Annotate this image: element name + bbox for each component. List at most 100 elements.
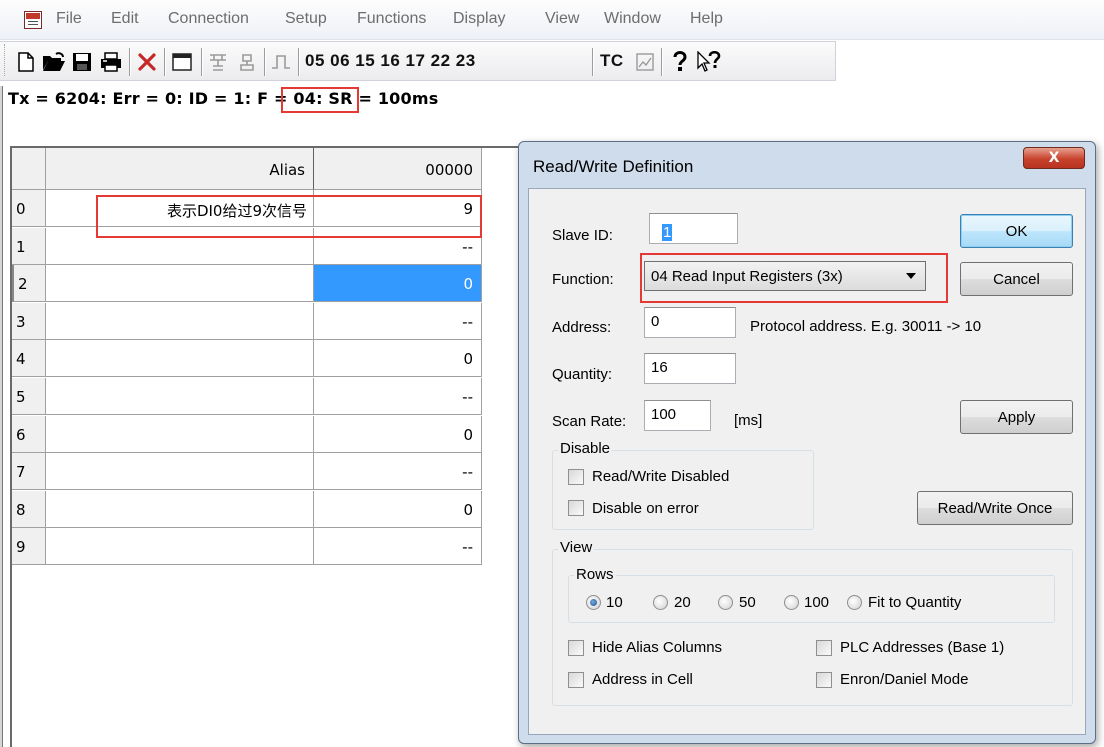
connect-icon (205, 50, 231, 74)
register-cell[interactable]: 0 (314, 490, 482, 528)
alias-cell[interactable] (46, 265, 314, 303)
enron-daniel-checkbox[interactable] (816, 672, 832, 688)
rows-100-radio[interactable] (784, 595, 799, 610)
corner-header[interactable] (12, 148, 46, 190)
row-header[interactable]: 7 (12, 453, 46, 491)
address-value: 0 (651, 313, 660, 330)
cancel-button[interactable]: Cancel (960, 262, 1073, 296)
row-header[interactable]: 9 (12, 528, 46, 566)
register-cell[interactable]: 0 (314, 415, 482, 453)
new-document-icon[interactable] (14, 50, 38, 74)
disable-group-title: Disable (558, 440, 613, 457)
register-value: -- (462, 463, 473, 482)
register-cell[interactable]: 0 (314, 340, 482, 378)
register-cell[interactable]: 0 (314, 265, 482, 303)
menu-window[interactable]: Window (604, 10, 661, 28)
row-header[interactable]: 1 (12, 227, 46, 265)
row-header[interactable]: 5 (12, 378, 46, 415)
register-header-label: 00000 (425, 161, 473, 179)
alias-cell[interactable] (46, 378, 314, 415)
register-column-header[interactable]: 00000 (314, 148, 482, 190)
row-header[interactable]: 4 (12, 340, 46, 378)
read-write-disabled-checkbox[interactable] (568, 469, 584, 485)
scan-rate-input[interactable]: 100 (644, 400, 711, 431)
rows-50-radio[interactable] (718, 595, 733, 610)
plc-addresses-label: PLC Addresses (Base 1) (840, 639, 1005, 656)
read-write-once-button[interactable]: Read/Write Once (917, 491, 1073, 525)
alias-column-header[interactable]: Alias (46, 148, 314, 190)
slave-id-input[interactable]: 1 (649, 213, 738, 244)
row-header[interactable]: 3 (12, 302, 46, 340)
alias-cell[interactable] (46, 415, 314, 453)
menu-edit[interactable]: Edit (111, 10, 139, 28)
rows-20-radio[interactable] (653, 595, 668, 610)
open-folder-icon[interactable] (40, 50, 68, 74)
menu-help[interactable]: Help (690, 10, 723, 28)
alias-cell[interactable] (46, 340, 314, 378)
alias-cell[interactable] (46, 490, 314, 528)
read-write-disabled-label: Read/Write Disabled (592, 468, 730, 485)
menu-setup[interactable]: Setup (285, 10, 327, 28)
pulse-icon (268, 50, 294, 74)
menu-display[interactable]: Display (453, 10, 505, 28)
disable-on-error-checkbox[interactable] (568, 500, 584, 516)
scan-rate-unit: [ms] (734, 412, 763, 429)
row-header[interactable]: 8 (12, 490, 46, 528)
toolbar-separator (298, 48, 299, 76)
quantity-input[interactable]: 16 (644, 353, 736, 384)
register-cell[interactable]: -- (314, 453, 482, 491)
tc-button[interactable]: TC (600, 51, 624, 71)
help-question-icon[interactable] (668, 50, 692, 74)
hide-alias-columns-checkbox[interactable] (568, 640, 584, 656)
address-label: Address: (552, 319, 612, 336)
register-cell[interactable]: -- (314, 528, 482, 566)
disconnect-icon (234, 50, 260, 74)
rows-10-radio[interactable] (586, 595, 601, 610)
enron-daniel-label: Enron/Daniel Mode (840, 671, 969, 688)
row-index: 0 (16, 200, 26, 218)
register-cell[interactable]: -- (314, 302, 482, 340)
ok-button[interactable]: OK (960, 214, 1073, 248)
row-header[interactable]: 0 (12, 190, 46, 227)
print-icon[interactable] (98, 50, 124, 74)
row-header[interactable]: 2 (12, 265, 46, 303)
disable-group (552, 450, 814, 530)
menu-connection[interactable]: Connection (168, 10, 249, 28)
delete-icon[interactable] (134, 50, 160, 74)
rows-fit-radio[interactable] (847, 595, 862, 610)
alias-cell[interactable] (46, 528, 314, 566)
register-value: -- (462, 237, 473, 256)
address-in-cell-checkbox[interactable] (568, 672, 584, 688)
close-button[interactable]: X (1023, 147, 1085, 169)
chart-icon (633, 50, 657, 74)
function-code-highlight (281, 87, 359, 113)
toolbar-separator (129, 48, 130, 76)
row-index: 8 (16, 500, 26, 519)
menu-functions[interactable]: Functions (357, 10, 426, 28)
quantity-label: Quantity: (552, 366, 613, 383)
row-header[interactable]: 6 (12, 415, 46, 453)
register-cell[interactable]: -- (314, 378, 482, 415)
function-code-buttons[interactable]: 05 06 15 16 17 22 23 (305, 51, 476, 71)
alias-cell[interactable] (46, 453, 314, 491)
window-icon[interactable] (168, 50, 196, 74)
toolbar-grip[interactable] (4, 44, 7, 76)
address-input[interactable]: 0 (644, 307, 736, 338)
slave-id-label: Slave ID: (552, 227, 613, 244)
apply-button[interactable]: Apply (960, 400, 1073, 434)
row-0-highlight (96, 195, 482, 238)
menu-file[interactable]: File (56, 10, 82, 28)
toolbar-separator (264, 48, 265, 76)
context-help-icon[interactable] (696, 50, 722, 74)
app-document-icon[interactable] (24, 11, 42, 29)
toolbar-separator (661, 48, 662, 76)
row-index: 7 (16, 463, 26, 482)
plc-addresses-checkbox[interactable] (816, 640, 832, 656)
rows-group-title: Rows (574, 566, 616, 583)
row-index: 2 (18, 275, 28, 294)
window-frame (0, 86, 3, 747)
toolbar-separator (592, 48, 593, 76)
menu-view[interactable]: View (545, 10, 579, 28)
save-disk-icon[interactable] (70, 50, 94, 74)
alias-cell[interactable] (46, 302, 314, 340)
